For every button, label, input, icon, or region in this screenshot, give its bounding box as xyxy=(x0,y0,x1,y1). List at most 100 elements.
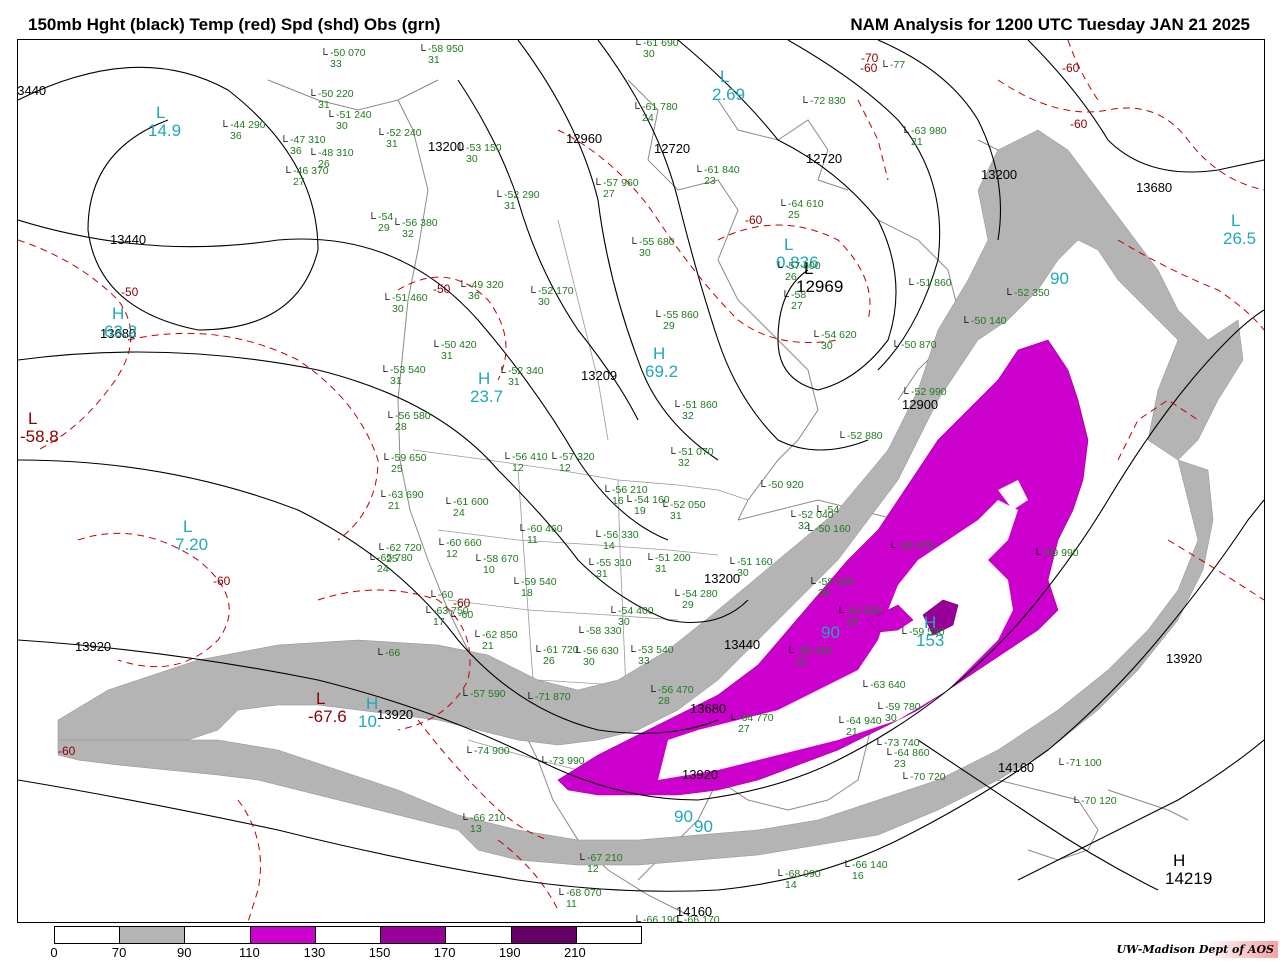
station-observation: -65 780 24 └ xyxy=(367,553,413,574)
wind-barb-icon: └ xyxy=(533,646,541,658)
pressure-center-letter: L xyxy=(720,67,730,86)
station-dewpoint-depression: 21 xyxy=(388,499,400,512)
station-observation: -67 210 12 └ xyxy=(577,853,623,874)
station-observation: -52 050 31 └ xyxy=(660,500,706,521)
station-temp-height: -63 640 xyxy=(870,680,906,691)
station-dewpoint-depression: 27 xyxy=(791,299,803,312)
wind-barb-icon: └ xyxy=(728,714,736,726)
station-temperature: -52 xyxy=(911,386,927,398)
station-observation: -51 200 31 └ xyxy=(645,553,691,575)
station-observation: -52 170 30 └ xyxy=(528,286,574,307)
wind-barb-icon: └ xyxy=(674,916,682,923)
station-dewpoint-depression: 30 xyxy=(737,566,749,579)
station-temp-height: -62 850 xyxy=(482,630,518,641)
station-dewpoint-depression: 30 xyxy=(885,711,897,724)
station-height: 280 xyxy=(697,588,718,600)
station-observation: -56 410 12 └ xyxy=(502,452,548,473)
station-temp-height: -50 070 xyxy=(330,48,366,59)
wind-barb-icon: └ xyxy=(788,511,796,523)
wind-barb-icon: └ xyxy=(775,262,783,274)
station-observation: -52 880 └ xyxy=(837,431,883,444)
station-temperature: -50 xyxy=(815,523,831,535)
station-observation: -56 580 28 └ xyxy=(385,411,431,433)
wind-barb-icon: └ xyxy=(577,854,585,866)
map-graphics xyxy=(18,40,1264,922)
station-observation: -68 070 11 └ xyxy=(556,888,602,910)
station-temperature: -69 xyxy=(1043,547,1059,559)
wind-barb-icon: └ xyxy=(633,916,641,923)
legend-swatch xyxy=(120,927,186,943)
station-temperature: -66 xyxy=(684,914,700,923)
temperature-contour-label: -60 xyxy=(1070,117,1088,131)
station-height: 330 xyxy=(601,625,622,637)
station-dewpoint-depression: 10 xyxy=(483,563,495,576)
station-temp-height: -64 860 xyxy=(894,748,930,759)
wind-barb-icon: └ xyxy=(573,647,581,659)
wind-barb-icon: └ xyxy=(632,103,640,115)
wind-barb-icon: └ xyxy=(629,238,637,250)
station-temp-height: -51 240 xyxy=(336,110,372,121)
station-temperature: -51 xyxy=(916,277,932,289)
pressure-center-value: -58.8 xyxy=(20,427,59,446)
legend-swatch xyxy=(250,927,316,943)
station-dewpoint-depression: 11 xyxy=(566,897,577,910)
station-observation: -64 610 25 └ xyxy=(778,199,824,220)
station-height: 210 xyxy=(485,812,506,824)
station-height: 660 xyxy=(461,537,482,549)
station-temp-height: -44 290 xyxy=(230,120,266,131)
station-temperature: -63 xyxy=(870,679,886,691)
station-observation: -62 850 21 └ xyxy=(472,630,518,652)
station-height: 630 xyxy=(598,645,619,657)
station-dewpoint-depression: 36 xyxy=(468,289,480,302)
station-observation: -53 540 31 └ xyxy=(380,365,426,386)
station-dewpoint-depression: 31 xyxy=(655,562,667,575)
station-dewpoint-depression: 26 xyxy=(785,270,797,283)
station-dewpoint-depression: 14 xyxy=(603,539,615,552)
station-dewpoint-depression: 31 xyxy=(504,199,516,212)
height-contour-label: 12720 xyxy=(806,151,843,166)
station-observation: -59 540 18 └ xyxy=(511,577,557,598)
pressure-center-letter: H xyxy=(478,369,491,388)
station-dewpoint-depression: 29 xyxy=(818,586,830,599)
wind-barb-icon: └ xyxy=(837,432,845,444)
station-height: 410 xyxy=(811,645,832,657)
station-dewpoint-depression: 14 xyxy=(785,878,797,891)
station-temp-height: -50 420 xyxy=(441,340,477,351)
station-observation: -61 780 24 └ xyxy=(632,102,678,123)
station-height: 950 xyxy=(443,43,464,55)
station-observation: -66 140 16 └ xyxy=(842,860,888,881)
station-temp-height: -48 310 xyxy=(318,148,354,159)
station-dewpoint-depression: 21 xyxy=(482,639,494,652)
legend-swatch xyxy=(55,927,121,943)
station-temp-height: -60 660 xyxy=(446,538,482,549)
station-observation: -50 420 31 └ xyxy=(431,340,477,361)
legend-swatch xyxy=(446,927,512,943)
station-height: 310 xyxy=(611,557,632,569)
wind-barb-icon: └ xyxy=(805,525,813,537)
station-observation: -59 780 30 └ xyxy=(875,702,921,724)
station-observation: -55 860 29 └ xyxy=(653,310,699,331)
station-temp-height: -54 400 xyxy=(618,606,654,617)
station-temperature: -60 xyxy=(458,609,474,621)
station-height: 150 xyxy=(481,142,502,154)
station-temp-height: -52 050 xyxy=(670,500,706,511)
wind-barb-icon: └ xyxy=(808,578,816,590)
legend-tick-label: 190 xyxy=(498,945,521,960)
wind-barb-icon: └ xyxy=(460,814,468,826)
header: 150mb Hght (black) Temp (red) Spd (shd) … xyxy=(0,0,1280,40)
station-temp-height: -60 xyxy=(458,610,473,621)
station-temp-height: -52 240 xyxy=(386,128,422,139)
temperature-contour-label: -60 xyxy=(1062,61,1080,75)
station-temp-height: -50 220 xyxy=(318,89,354,100)
station-temp-height: -66 210 xyxy=(470,813,506,824)
pressure-center-value: 23.7 xyxy=(470,387,504,406)
station-observation: -64 770 27 └ xyxy=(728,713,774,734)
station-height: 530 xyxy=(924,626,945,638)
station-temp-height: -58 330 xyxy=(586,626,622,637)
station-dewpoint-depression: 28 xyxy=(395,420,407,433)
wind-barb-icon: └ xyxy=(891,341,899,353)
station-temp-height: -52 880 xyxy=(847,431,883,442)
station-observation: -50 870 └ xyxy=(891,340,937,353)
height-contour-label: 13920 xyxy=(75,639,112,654)
station-observation: -74 900 └ xyxy=(464,746,510,759)
